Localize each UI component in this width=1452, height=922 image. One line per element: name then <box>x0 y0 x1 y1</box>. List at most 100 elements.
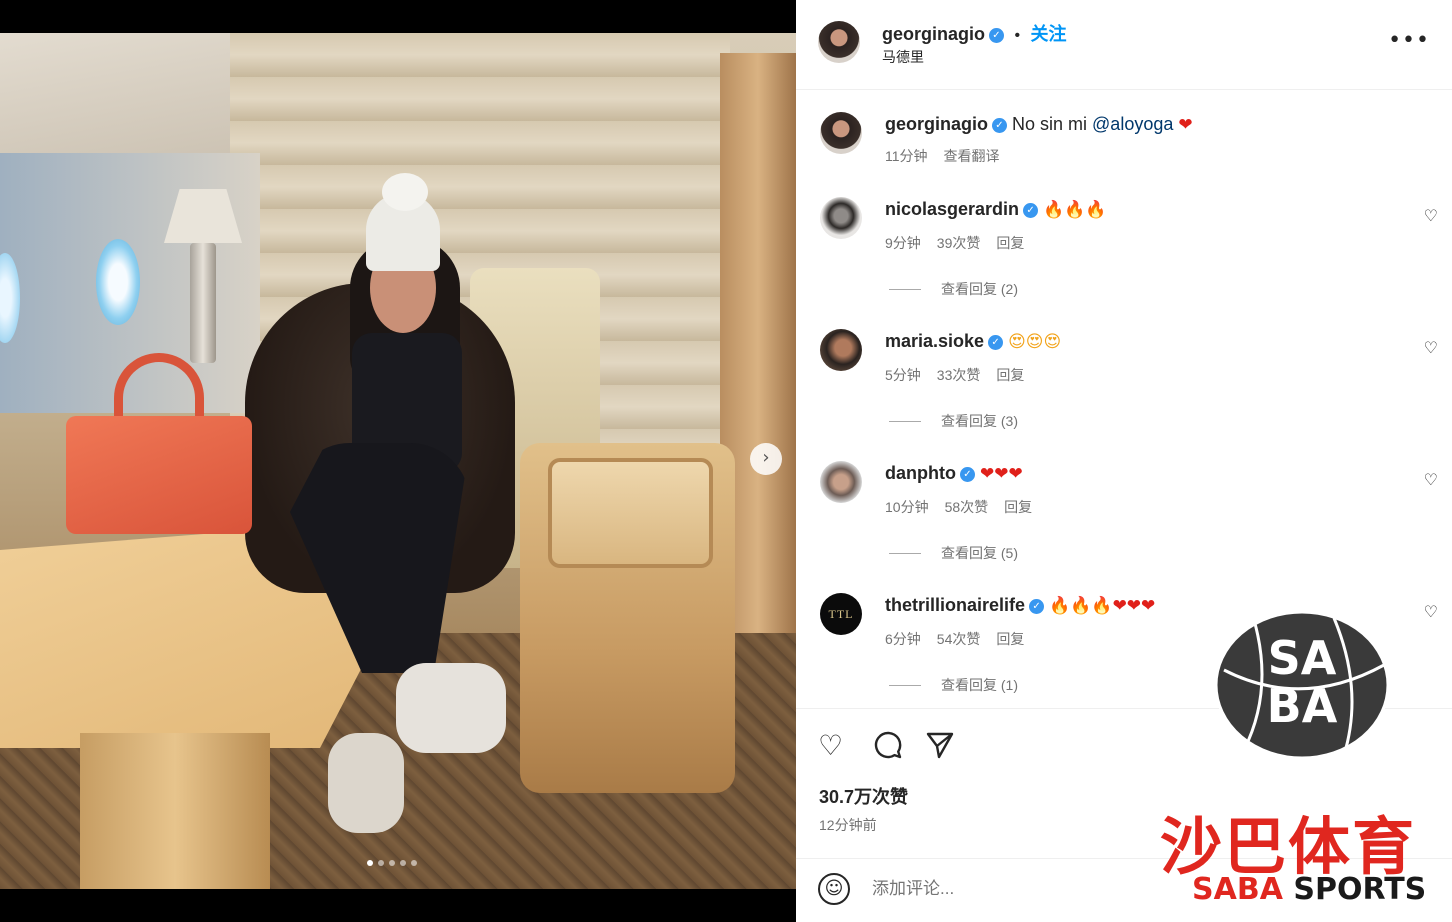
view-replies-button[interactable]: 查看回复 (3) <box>889 411 1018 431</box>
replies-divider <box>889 684 921 686</box>
comment-username[interactable]: nicolasgerardin <box>885 199 1019 219</box>
comment-text: maria.sioke ✓ 😍😍😍 <box>885 331 1061 352</box>
view-replies-button[interactable]: 查看回复 (2) <box>889 279 1018 299</box>
comment-username[interactable]: thetrillionairelife <box>885 595 1025 615</box>
comment-like-heart-icon[interactable]: ♡ <box>1424 602 1438 621</box>
carousel-next-button[interactable]: › <box>750 443 782 475</box>
view-replies-button[interactable]: 查看回复 (1) <box>889 675 1018 695</box>
paper-plane-svg <box>926 732 954 759</box>
view-replies-label: 查看回复 (2) <box>941 281 1018 297</box>
comment-likes[interactable]: 33次赞 <box>937 367 981 383</box>
comment-time: 10分钟 <box>885 499 929 515</box>
comment-emoji-heart: ❤❤❤ <box>1112 596 1156 616</box>
comment-time: 5分钟 <box>885 367 921 383</box>
carousel-dot <box>378 860 384 866</box>
replies-divider <box>889 420 921 422</box>
post-sidebar: georginagio ✓ • 关注 马德里 ••• georginagio ✓ N… <box>796 0 1452 922</box>
caption-mention[interactable]: @aloyoga <box>1092 114 1173 134</box>
post-media: › <box>0 0 796 922</box>
caption-time: 11分钟 <box>885 148 928 164</box>
comment-likes[interactable]: 39次赞 <box>937 235 981 251</box>
comment-text: nicolasgerardin ✓ 🔥🔥🔥 <box>885 199 1107 220</box>
paper-plane-icon[interactable] <box>924 729 956 768</box>
caption-avatar[interactable] <box>820 112 862 154</box>
comment-avatar[interactable] <box>820 329 862 371</box>
view-replies-label: 查看回复 (1) <box>941 677 1018 693</box>
comment-emoji: 🔥🔥🔥 <box>1043 200 1107 220</box>
comment-avatar[interactable]: TTL <box>820 593 862 635</box>
comment-like-heart-icon[interactable]: ♡ <box>1424 470 1438 489</box>
heart-outline-icon[interactable]: ♡ <box>818 729 843 762</box>
likes-count[interactable]: 30.7万次赞 <box>819 783 908 809</box>
photo-lamp-base <box>190 243 216 363</box>
photo-table-leg <box>80 733 270 889</box>
saba-logo-letters-bottom: BA <box>1267 679 1338 733</box>
post-header: georginagio ✓ • 关注 马德里 ••• <box>796 0 1452 90</box>
verified-badge-icon: ✓ <box>988 334 1004 350</box>
comment-emoji: ❤❤❤ <box>980 464 1023 484</box>
view-replies-button[interactable]: 查看回复 (5) <box>889 543 1018 563</box>
saba-logo-svg: SA BA <box>1214 610 1390 760</box>
reply-button[interactable]: 回复 <box>996 631 1024 647</box>
carousel-dot <box>367 860 373 866</box>
replies-divider <box>889 552 921 554</box>
carousel-dot <box>389 860 395 866</box>
comment-meta: 5分钟 33次赞 回复 <box>885 365 1040 385</box>
chevron-right-icon: › <box>762 447 770 468</box>
photo-pompom <box>382 173 428 211</box>
comment-time: 9分钟 <box>885 235 921 251</box>
comment-username[interactable]: maria.sioke <box>885 331 984 351</box>
comment-emoji: 😍😍😍 <box>1008 332 1062 352</box>
translate-link[interactable]: 查看翻译 <box>944 148 1000 164</box>
comment-like-heart-icon[interactable]: ♡ <box>1424 206 1438 225</box>
photo-handbag <box>66 416 252 534</box>
ttl-avatar-text: TTL <box>828 606 854 621</box>
post-timestamp: 12分钟前 <box>819 817 877 833</box>
photo-console-top <box>548 458 713 568</box>
comment-bubble-icon[interactable] <box>872 729 904 768</box>
photo-window <box>96 239 140 325</box>
follow-button[interactable]: 关注 <box>1031 24 1067 44</box>
view-replies-label: 查看回复 (3) <box>941 413 1018 429</box>
comment-emoji-fire: 🔥🔥🔥 <box>1049 596 1113 616</box>
comment-likes[interactable]: 58次赞 <box>945 499 989 515</box>
caption-text: georginagio ✓ No sin mi @aloyoga ❤ <box>885 114 1193 135</box>
comment-meta: 10分钟 58次赞 回复 <box>885 497 1048 517</box>
comment-avatar[interactable] <box>820 197 862 239</box>
caption-heart-emoji: ❤ <box>1178 115 1193 135</box>
caption-username[interactable]: georginagio <box>885 114 988 134</box>
verified-badge-icon: ✓ <box>1023 202 1039 218</box>
verified-badge-icon: ✓ <box>992 117 1007 133</box>
caption-body: No sin mi <box>1012 114 1093 134</box>
author-username[interactable]: georginagio <box>882 24 985 44</box>
separator-dot: • <box>1014 27 1021 44</box>
add-comment-input[interactable] <box>872 879 1172 899</box>
saba-watermark-en: SABA SPORTS <box>1192 872 1426 907</box>
post-photo[interactable] <box>0 33 796 889</box>
location-link[interactable]: 马德里 <box>882 47 924 67</box>
replies-divider <box>889 288 921 290</box>
saba-logo-letters-top: SA <box>1268 631 1337 685</box>
comment-avatar[interactable] <box>820 461 862 503</box>
reply-button[interactable]: 回复 <box>996 367 1024 383</box>
comment-meta: 6分钟 54次赞 回复 <box>885 629 1040 649</box>
instagram-post-window: › georginagio ✓ • 关注 马德里 ••• georginagio ✓ <box>0 0 1452 922</box>
reply-button[interactable]: 回复 <box>996 235 1024 251</box>
comment-username[interactable]: danphto <box>885 463 956 483</box>
verified-badge-icon: ✓ <box>989 28 1004 44</box>
comment-text: thetrillionairelife ✓ 🔥🔥🔥❤❤❤ <box>885 595 1155 616</box>
comment-bubble-svg <box>874 731 902 759</box>
verified-badge-icon: ✓ <box>1029 598 1045 614</box>
saba-logo-watermark: SA BA <box>1214 610 1390 760</box>
emoji-picker-icon[interactable]: ☺ <box>818 873 850 905</box>
comment-text: danphto ✓ ❤❤❤ <box>885 463 1023 484</box>
carousel-dot <box>400 860 406 866</box>
verified-badge-icon: ✓ <box>959 466 975 482</box>
more-options-icon[interactable]: ••• <box>1388 28 1430 53</box>
caption-meta: 11分钟 查看翻译 <box>885 146 1016 166</box>
carousel-indicator <box>367 860 417 866</box>
author-avatar[interactable] <box>818 21 860 63</box>
comment-like-heart-icon[interactable]: ♡ <box>1424 338 1438 357</box>
reply-button[interactable]: 回复 <box>1004 499 1032 515</box>
comment-likes[interactable]: 54次赞 <box>937 631 981 647</box>
